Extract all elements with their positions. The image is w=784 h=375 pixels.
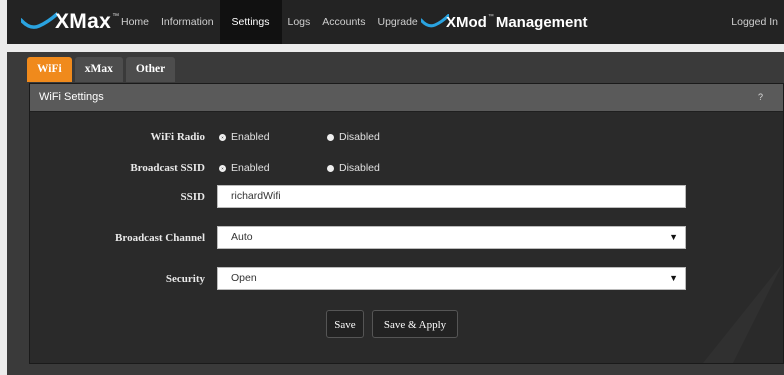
ssid-label: SSID xyxy=(180,191,205,203)
broadcast-ssid-enabled[interactable]: Enabled xyxy=(219,162,270,174)
radio-unselected-icon xyxy=(327,164,334,172)
settings-panel: WiFi xMax Other WiFi Settings ? WiFi Rad… xyxy=(7,52,784,375)
security-value: Open xyxy=(231,272,257,284)
security-label: Security xyxy=(165,273,205,285)
save-button[interactable]: Save xyxy=(326,310,364,338)
ssid-input[interactable]: richardWifi xyxy=(217,185,686,208)
nav-logs[interactable]: Logs xyxy=(282,0,317,44)
wifi-radio-disabled[interactable]: Disabled xyxy=(327,131,380,143)
nav-upgrade[interactable]: Upgrade xyxy=(371,0,423,44)
broadcast-ssid-disabled-label: Disabled xyxy=(339,162,380,174)
main-nav: Home Information Settings Logs Accounts … xyxy=(115,0,424,44)
wifi-radio-enabled[interactable]: Enabled xyxy=(219,131,270,143)
radio-unselected-icon xyxy=(327,133,334,141)
brand2-suffix: Management xyxy=(495,13,588,31)
nav-accounts[interactable]: Accounts xyxy=(316,0,371,44)
radio-selected-icon xyxy=(219,164,226,172)
broadcast-ssid-disabled[interactable]: Disabled xyxy=(327,162,380,174)
broadcast-ssid-enabled-label: Enabled xyxy=(231,162,270,174)
card-header: WiFi Settings ? xyxy=(30,84,783,112)
caret-down-icon: ▼ xyxy=(669,232,678,242)
xmax-logo[interactable]: XMax ™ xyxy=(21,8,119,36)
wifi-radio-disabled-label: Disabled xyxy=(339,131,380,143)
logged-in-status[interactable]: Logged In xyxy=(731,0,778,44)
help-icon[interactable]: ? xyxy=(758,84,763,111)
broadcast-channel-value: Auto xyxy=(231,231,253,243)
swoosh-logo-icon xyxy=(21,12,57,29)
tab-wifi[interactable]: WiFi xyxy=(27,57,72,82)
nav-home[interactable]: Home xyxy=(115,0,155,44)
save-apply-button[interactable]: Save & Apply xyxy=(372,310,458,338)
settings-tabs: WiFi xMax Other xyxy=(27,57,176,82)
xmod-management-brand[interactable]: XMod ™ Management xyxy=(421,9,588,35)
tab-xmax[interactable]: xMax xyxy=(74,57,123,82)
caret-down-icon: ▼ xyxy=(669,273,678,283)
card-title: WiFi Settings xyxy=(39,91,104,103)
logo-text: XMax xyxy=(55,10,112,33)
brand2-mark: ™ xyxy=(487,14,494,20)
broadcast-channel-select[interactable]: Auto ▼ xyxy=(217,226,686,249)
nav-settings[interactable]: Settings xyxy=(219,0,282,44)
broadcast-ssid-label: Broadcast SSID xyxy=(130,162,205,174)
swoosh-brand-icon xyxy=(421,14,449,28)
wifi-radio-enabled-label: Enabled xyxy=(231,131,270,143)
nav-information[interactable]: Information xyxy=(155,0,220,44)
broadcast-channel-label: Broadcast Channel xyxy=(115,232,205,244)
tab-other[interactable]: Other xyxy=(125,57,176,82)
radio-selected-icon xyxy=(219,133,226,141)
decorative-swoosh-icon xyxy=(703,263,783,363)
wifi-radio-label: WiFi Radio xyxy=(150,131,205,143)
security-select[interactable]: Open ▼ xyxy=(217,267,686,290)
wifi-settings-card: WiFi Settings ? WiFi Radio Enabled Disab… xyxy=(29,83,784,364)
brand2-text: XMod xyxy=(446,13,487,31)
top-nav-bar: XMax ™ Home Information Settings Logs Ac… xyxy=(7,0,784,44)
